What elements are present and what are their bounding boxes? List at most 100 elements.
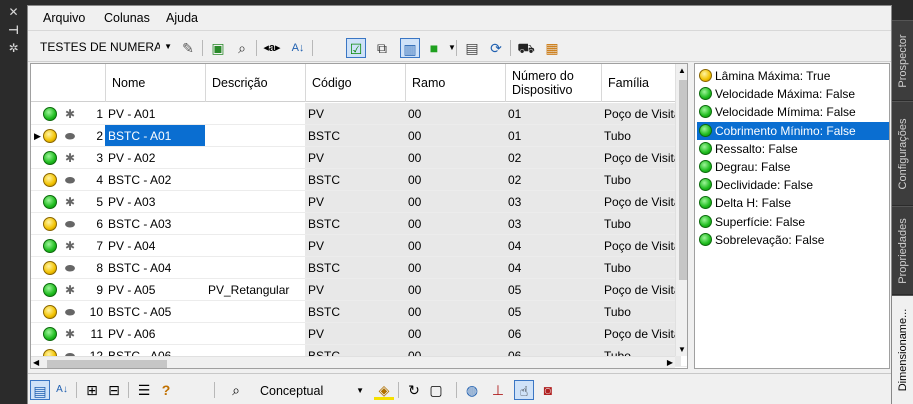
cell-numero[interactable]: 05	[505, 301, 601, 323]
list-item[interactable]: Superfície: False	[697, 213, 889, 231]
search-icon[interactable]: ⌕	[232, 38, 252, 58]
list-settings-icon[interactable]: ☰	[134, 380, 154, 400]
cell-familia[interactable]: Poço de Visita	[601, 279, 681, 301]
sort-icon[interactable]: A↓	[288, 38, 308, 58]
pan-hand-icon[interactable]: ☝	[514, 380, 534, 400]
cell-nome[interactable]: BSTC - A05	[105, 301, 205, 323]
chevron-down-icon[interactable]: ▼	[442, 38, 462, 58]
cell-codigo[interactable]: BSTC	[305, 213, 405, 235]
list-item[interactable]: Sobrelevação: False	[697, 231, 889, 249]
cell-numero[interactable]: 01	[505, 103, 601, 125]
cell-descricao[interactable]	[205, 147, 305, 169]
scroll-up-icon[interactable]: ▲	[678, 66, 686, 75]
list-item[interactable]: Degrau: False	[697, 158, 889, 176]
cell-nome[interactable]: PV - A03	[105, 191, 205, 213]
table-row[interactable]: ⬬ 6 BSTC - A03 BSTC 00 03 Tubo	[31, 213, 687, 235]
column-header-codigo[interactable]: Código	[305, 64, 405, 102]
cell-descricao[interactable]	[205, 191, 305, 213]
menu-colunas[interactable]: Colunas	[104, 11, 150, 25]
camera-icon[interactable]: ◙	[538, 380, 558, 400]
table-row[interactable]: ⬬ 4 BSTC - A02 BSTC 00 02 Tubo	[31, 169, 687, 191]
sort-az-icon[interactable]: A↓	[52, 380, 72, 400]
table-row[interactable]: ✱ 7 PV - A04 PV 00 04 Poço de Visita	[31, 235, 687, 257]
table-row[interactable]: ✱ 11 PV - A06 PV 00 06 Poço de Visita	[31, 323, 687, 345]
cell-numero[interactable]: 02	[505, 147, 601, 169]
check-design-icon[interactable]: ☑	[346, 38, 366, 58]
cell-numero[interactable]: 01	[505, 125, 601, 147]
cell-codigo[interactable]: PV	[305, 235, 405, 257]
cell-nome[interactable]: PV - A04	[105, 235, 205, 257]
cell-familia[interactable]: Poço de Visita	[601, 235, 681, 257]
column-header-ramo[interactable]: Ramo	[405, 64, 505, 102]
cell-nome[interactable]: BSTC - A03	[105, 213, 205, 235]
cell-descricao[interactable]	[205, 103, 305, 125]
cell-numero[interactable]: 05	[505, 279, 601, 301]
table-row[interactable]: ✱ 5 PV - A03 PV 00 03 Poço de Visita	[31, 191, 687, 213]
cell-familia[interactable]: Tubo	[601, 169, 681, 191]
list-item[interactable]: Declividade: False	[697, 176, 889, 194]
vertical-scrollbar[interactable]: ▲ ▼	[675, 64, 687, 356]
cell-familia[interactable]: Poço de Visita	[601, 191, 681, 213]
table-row[interactable]: ✱ 3 PV - A02 PV 00 02 Poço de Visita	[31, 147, 687, 169]
paint-bucket-icon[interactable]: ◈	[374, 380, 394, 400]
list-item[interactable]: Velocidade Mímima: False	[697, 103, 889, 121]
tab-configuracoes[interactable]: Configurações	[892, 101, 913, 205]
cell-codigo[interactable]: PV	[305, 191, 405, 213]
rename-icon[interactable]: ◂a▸	[262, 38, 282, 58]
cell-familia[interactable]: Poço de Visita	[601, 323, 681, 345]
cell-descricao[interactable]	[205, 235, 305, 257]
cell-ramo[interactable]: 00	[405, 103, 505, 125]
cell-ramo[interactable]: 00	[405, 147, 505, 169]
scroll-thumb[interactable]	[47, 360, 167, 368]
cell-numero[interactable]: 03	[505, 213, 601, 235]
profile-view-icon[interactable]: ▥	[400, 38, 420, 58]
cell-codigo[interactable]: BSTC	[305, 301, 405, 323]
expand-icon[interactable]: ⊞	[82, 380, 102, 400]
scroll-left-icon[interactable]: ◀	[33, 358, 39, 367]
cell-numero[interactable]: 04	[505, 235, 601, 257]
cell-familia[interactable]: Poço de Visita	[601, 103, 681, 125]
table-row[interactable]: ✱ 1 PV - A01 PV 00 01 Poço de Visita	[31, 103, 687, 125]
network-select[interactable]: TESTES DE NUMERACAO ▼	[36, 39, 174, 57]
list-item[interactable]: Ressalto: False	[697, 140, 889, 158]
menu-arquivo[interactable]: Arquivo	[43, 11, 85, 25]
cell-nome[interactable]: PV - A02	[105, 147, 205, 169]
cell-descricao[interactable]: PV_Retangular	[205, 279, 305, 301]
table-row[interactable]: ▶ ⬬ 2 BSTC - A01 BSTC 00 01 Tubo	[31, 125, 687, 147]
properties-gear-icon[interactable]: ✲	[7, 42, 20, 55]
hierarchy-icon[interactable]: ⧉	[372, 38, 392, 58]
column-header-numero[interactable]: Número do Dispositivo	[505, 64, 601, 102]
cell-descricao[interactable]	[205, 257, 305, 279]
cell-familia[interactable]: Tubo	[601, 257, 681, 279]
solid-3d-icon[interactable]: ■	[424, 38, 444, 58]
cell-nome[interactable]: BSTC - A04	[105, 257, 205, 279]
menu-ajuda[interactable]: Ajuda	[166, 11, 198, 25]
cell-nome[interactable]: PV - A05	[105, 279, 205, 301]
cell-numero[interactable]: 06	[505, 323, 601, 345]
globe-icon[interactable]: ◍	[462, 380, 482, 400]
visual-style-select[interactable]: Conceptual ▼	[256, 381, 368, 401]
cell-familia[interactable]: Poço de Visita	[601, 147, 681, 169]
zoom-to-object-icon[interactable]: ▣	[208, 38, 228, 58]
cell-descricao[interactable]	[205, 323, 305, 345]
cell-ramo[interactable]: 00	[405, 257, 505, 279]
cell-ramo[interactable]: 00	[405, 191, 505, 213]
cell-ramo[interactable]: 00	[405, 279, 505, 301]
orbit-icon[interactable]: ↻	[404, 380, 424, 400]
cell-nome[interactable]: BSTC - A01	[105, 125, 205, 147]
table-row[interactable]: ⬬ 10 BSTC - A05 BSTC 00 05 Tubo	[31, 301, 687, 323]
cell-codigo[interactable]: BSTC	[305, 257, 405, 279]
table-row[interactable]: ⬬ 8 BSTC - A04 BSTC 00 04 Tubo	[31, 257, 687, 279]
tab-dimensionamento[interactable]: Dimensioname...	[892, 295, 913, 404]
cell-descricao[interactable]	[205, 125, 305, 147]
cell-codigo[interactable]: BSTC	[305, 169, 405, 191]
cell-descricao[interactable]	[205, 301, 305, 323]
cell-nome[interactable]: PV - A06	[105, 323, 205, 345]
cell-familia[interactable]: Tubo	[601, 125, 681, 147]
cell-familia[interactable]: Tubo	[601, 301, 681, 323]
help-icon[interactable]: ?	[156, 380, 176, 400]
cell-codigo[interactable]: PV	[305, 279, 405, 301]
cell-ramo[interactable]: 00	[405, 323, 505, 345]
close-icon[interactable]: ✕	[7, 6, 20, 19]
calculator-icon[interactable]: ▤	[462, 38, 482, 58]
